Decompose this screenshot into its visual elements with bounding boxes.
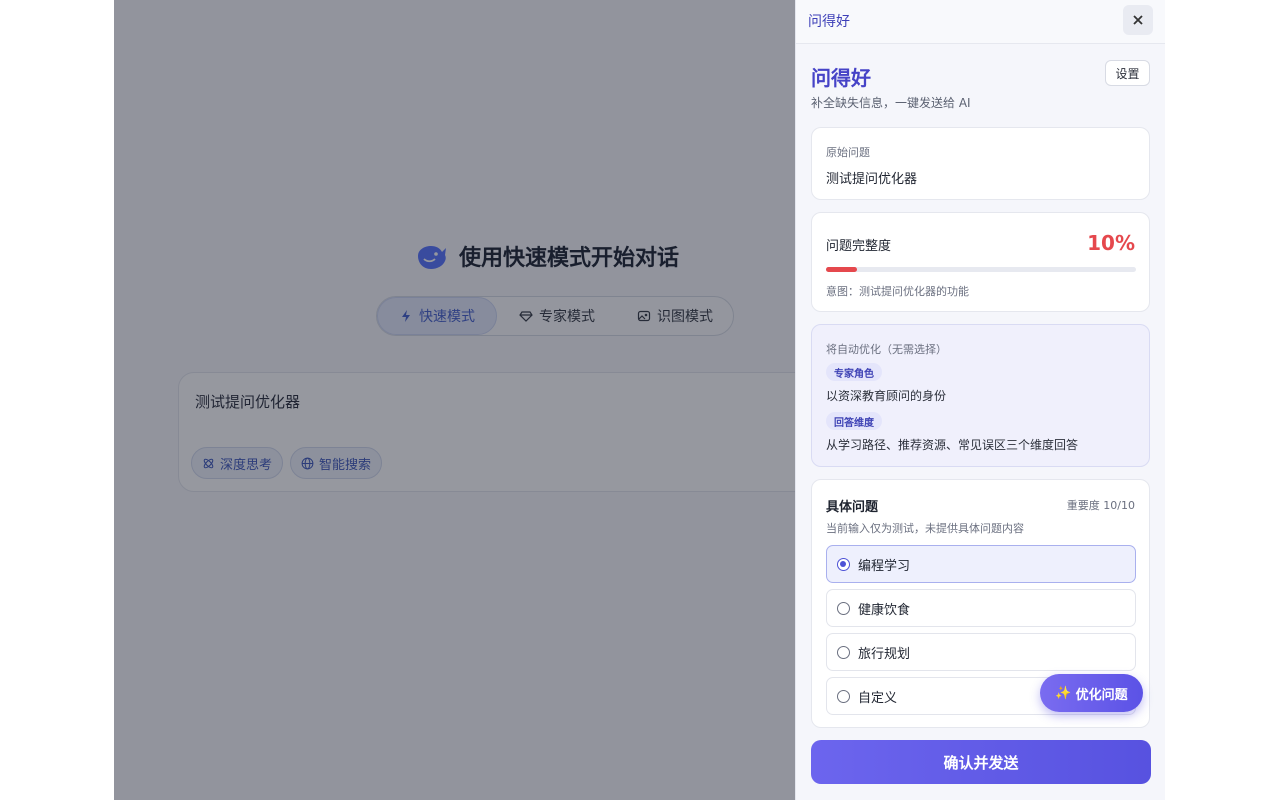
option-label: 健康饮食: [858, 602, 911, 618]
original-question-card: 原始问题 测试提问优化器: [811, 127, 1150, 200]
expert-role-tag: 专家角色: [826, 363, 882, 381]
panel-header: 问得好: [796, 0, 1165, 44]
option-travel[interactable]: 旅行规划: [826, 633, 1136, 671]
optimize-question-button[interactable]: ✨ 优化问题: [1040, 674, 1143, 712]
radio[interactable]: [837, 601, 850, 615]
option-label: 自定义: [858, 690, 898, 706]
option-label: 编程学习: [858, 558, 911, 574]
confirm-send-button[interactable]: 确认并发送: [811, 740, 1151, 784]
brand-subtitle: 补全缺失信息，一键发送给 AI: [811, 96, 971, 110]
completeness-progress-fill: [826, 267, 857, 272]
close-button[interactable]: [1123, 5, 1153, 35]
option-label: 旅行规划: [858, 646, 911, 662]
answer-dimension-tag: 回答维度: [826, 412, 882, 430]
intent-text: 意图：测试提问优化器的功能: [826, 285, 969, 298]
auto-optimize-label: 将自动优化（无需选择）: [826, 343, 947, 356]
optimize-question-label: 优化问题: [1075, 687, 1128, 703]
expert-role-text: 以资深教育顾问的身份: [826, 389, 947, 403]
importance-badge: 重要度 10/10: [1066, 499, 1135, 512]
answer-dimension-text: 从学习路径、推荐资源、常见误区三个维度回答: [826, 438, 1079, 452]
auto-optimize-card: 将自动优化（无需选择） 专家角色 以资深教育顾问的身份 回答维度 从学习路径、推…: [811, 324, 1150, 467]
settings-button[interactable]: 设置: [1105, 60, 1150, 86]
specific-question-desc: 当前输入仅为测试，未提供具体问题内容: [826, 522, 1024, 535]
panel-header-title: 问得好: [808, 14, 850, 30]
side-panel: 问得好 问得好 补全缺失信息，一键发送给 AI 设置 原始问题 测试提问优化器 …: [795, 0, 1165, 800]
completeness-label: 问题完整度: [826, 239, 892, 254]
radio[interactable]: [837, 689, 850, 703]
option-programming[interactable]: 编程学习: [826, 545, 1136, 583]
specific-question-title: 具体问题: [826, 500, 879, 515]
sparkle-icon: ✨: [1055, 685, 1072, 701]
completeness-percent: 10%: [1087, 231, 1135, 255]
original-question-label: 原始问题: [826, 146, 870, 159]
completeness-card: 问题完整度 10% 意图：测试提问优化器的功能: [811, 212, 1150, 312]
radio[interactable]: [837, 645, 850, 659]
completeness-progress: [826, 267, 1136, 272]
option-healthy-diet[interactable]: 健康饮食: [826, 589, 1136, 627]
original-question-text: 测试提问优化器: [826, 172, 918, 187]
radio-selected[interactable]: [837, 557, 850, 571]
close-icon: [1133, 15, 1143, 25]
brand-title: 问得好: [811, 66, 871, 90]
